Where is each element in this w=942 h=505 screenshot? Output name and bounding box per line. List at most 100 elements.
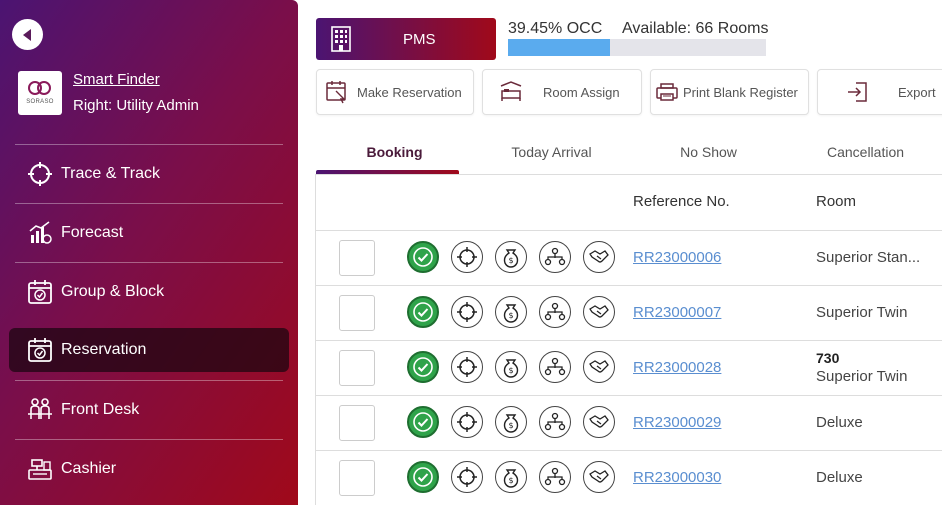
room-type: Superior Twin [816, 304, 908, 321]
svg-text:$: $ [508, 311, 513, 320]
group-network-icon[interactable] [539, 351, 571, 383]
calendar-pointer-icon [325, 80, 349, 104]
calendar-check-icon [27, 279, 53, 305]
bed-icon [499, 80, 523, 104]
group-network-icon[interactable] [539, 461, 571, 493]
row-checkbox[interactable] [339, 405, 375, 441]
calendar-check-icon [27, 337, 53, 363]
column-header-room: Room [816, 193, 857, 210]
sidebar-item-group-block[interactable]: Group & Block [15, 262, 283, 321]
room-number: 730 [816, 350, 840, 366]
trace-icon[interactable] [451, 461, 483, 493]
sidebar-item-label: Group & Block [61, 283, 165, 300]
table-row: $ RR23000029 Deluxe [316, 396, 942, 451]
front-desk-icon [27, 397, 53, 423]
svg-text:$: $ [508, 421, 513, 430]
table-row: $ RR23000006 Superior Stan... [316, 231, 942, 286]
occupancy-progress-fill [508, 39, 610, 56]
table-row: $ RR23000028 730 Superior Twin [316, 341, 942, 396]
tab-no-show[interactable]: No Show [630, 130, 787, 174]
print-blank-register-button[interactable]: Print Blank Register [650, 69, 809, 115]
confirmed-check-icon[interactable] [407, 461, 439, 493]
deposit-money-icon[interactable]: $ [495, 296, 527, 328]
printer-icon [655, 80, 679, 104]
pms-module-button[interactable]: PMS [316, 18, 496, 60]
room-type: Deluxe [816, 469, 863, 486]
smart-finder-link[interactable]: Smart Finder [73, 67, 199, 93]
occupancy-progress-bar [508, 39, 766, 56]
sidebar-item-label: Forecast [61, 224, 124, 241]
column-header-reference: Reference No. [633, 193, 730, 210]
sidebar-item-label: Cashier [61, 460, 117, 477]
svg-text:$: $ [508, 476, 513, 485]
trace-icon[interactable] [451, 351, 483, 383]
building-icon [330, 25, 352, 53]
svg-text:$: $ [508, 366, 513, 375]
deposit-money-icon[interactable]: $ [495, 461, 527, 493]
deposit-money-icon[interactable]: $ [495, 241, 527, 273]
sidebar-item-label: Trace & Track [61, 165, 160, 182]
cash-register-icon [27, 456, 53, 482]
row-checkbox[interactable] [339, 295, 375, 331]
handshake-icon[interactable] [583, 406, 615, 438]
reference-link[interactable]: RR23000029 [633, 414, 721, 431]
sidebar-item-reservation[interactable]: Reservation [9, 328, 289, 372]
reference-link[interactable]: RR23000006 [633, 249, 721, 266]
company-logo: SORASO [18, 71, 62, 115]
svg-text:$: $ [508, 256, 513, 265]
occupancy-text: 39.45% OCC [508, 20, 603, 37]
handshake-icon[interactable] [583, 241, 615, 273]
handshake-icon[interactable] [583, 461, 615, 493]
reference-link[interactable]: RR23000028 [633, 359, 721, 376]
row-checkbox[interactable] [339, 350, 375, 386]
sidebar-item-label: Front Desk [61, 401, 140, 418]
group-network-icon[interactable] [539, 296, 571, 328]
trace-icon[interactable] [451, 406, 483, 438]
export-icon [846, 80, 870, 104]
reservation-tabs: Booking Today Arrival No Show Cancellati… [316, 130, 942, 174]
tab-cancellation[interactable]: Cancellation [787, 130, 942, 174]
sidebar-menu: Trace & Track Forecast Group & Block Res… [9, 144, 289, 498]
action-toolbar: Make Reservation Room Assign Print Blank… [316, 69, 942, 115]
sidebar-item-label: Reservation [61, 341, 147, 358]
tab-today-arrival[interactable]: Today Arrival [473, 130, 630, 174]
chevron-left-icon [22, 28, 31, 41]
app-root: SORASO Smart Finder Right: Utility Admin… [0, 0, 942, 505]
sidebar-item-forecast[interactable]: Forecast [15, 203, 283, 262]
sidebar-item-trace-track[interactable]: Trace & Track [15, 144, 283, 203]
room-type: Superior Twin [816, 368, 908, 385]
back-button[interactable] [12, 19, 43, 50]
confirmed-check-icon[interactable] [407, 241, 439, 273]
confirmed-check-icon[interactable] [407, 351, 439, 383]
table-row: $ RR23000007 Superior Twin [316, 286, 942, 341]
room-assign-button[interactable]: Room Assign [482, 69, 642, 115]
deposit-money-icon[interactable]: $ [495, 406, 527, 438]
pms-label: PMS [403, 30, 436, 48]
group-network-icon[interactable] [539, 241, 571, 273]
trace-icon[interactable] [451, 296, 483, 328]
trace-icon[interactable] [451, 241, 483, 273]
confirmed-check-icon[interactable] [407, 406, 439, 438]
crosshair-icon [27, 161, 53, 187]
chart-icon [27, 220, 53, 246]
reference-link[interactable]: RR23000030 [633, 469, 721, 486]
sidebar: SORASO Smart Finder Right: Utility Admin… [0, 0, 298, 505]
row-checkbox[interactable] [339, 240, 375, 276]
user-profile: SORASO Smart Finder Right: Utility Admin [18, 67, 199, 119]
make-reservation-button[interactable]: Make Reservation [316, 69, 474, 115]
available-rooms-text: Available: 66 Rooms [622, 20, 769, 37]
sidebar-item-cashier[interactable]: Cashier [15, 439, 283, 498]
room-type: Superior Stan... [816, 249, 921, 266]
reservation-table: Reference No. Room $ RR23000006 Superior… [315, 174, 942, 505]
row-checkbox[interactable] [339, 460, 375, 496]
reference-link[interactable]: RR23000007 [633, 304, 721, 321]
sidebar-item-front-desk[interactable]: Front Desk [15, 380, 283, 439]
room-type: Deluxe [816, 414, 863, 431]
tab-booking[interactable]: Booking [316, 130, 473, 174]
deposit-money-icon[interactable]: $ [495, 351, 527, 383]
handshake-icon[interactable] [583, 351, 615, 383]
group-network-icon[interactable] [539, 406, 571, 438]
export-button[interactable]: Export [817, 69, 942, 115]
confirmed-check-icon[interactable] [407, 296, 439, 328]
handshake-icon[interactable] [583, 296, 615, 328]
